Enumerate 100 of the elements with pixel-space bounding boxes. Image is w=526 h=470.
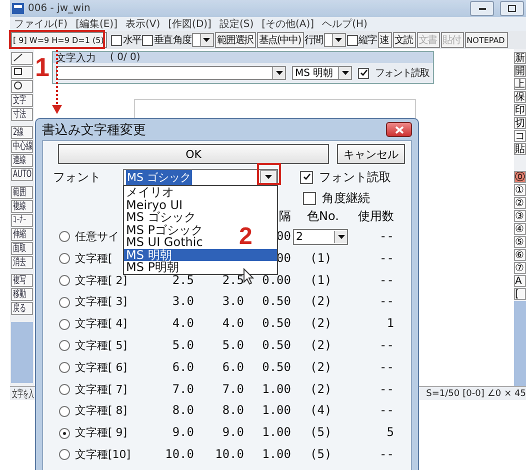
line-spacing-combo[interactable] <box>324 33 346 47</box>
table-cell-text: -- <box>380 446 394 463</box>
text-style-label: 文字種[ <box>75 250 112 267</box>
layer-button[interactable]: ③ <box>514 210 526 222</box>
tool-button[interactable]: 複線 <box>11 200 33 213</box>
checkbox[interactable] <box>110 34 122 46</box>
cancel-button[interactable]: キャンセル <box>337 144 405 164</box>
table-cell-text: 10.0 <box>215 446 244 463</box>
circle-tool-button[interactable] <box>11 80 33 93</box>
tool-button[interactable]: 貼 <box>514 143 526 155</box>
angle-combo[interactable] <box>192 33 214 47</box>
tool-button[interactable]: 伸縮 <box>11 228 33 241</box>
tool-button[interactable]: コ <box>514 130 526 142</box>
tool-button[interactable]: 範囲 <box>11 186 33 199</box>
tool-button[interactable]: 印 <box>514 104 526 116</box>
layer-button[interactable]: ⓪ <box>514 171 526 183</box>
radio-button[interactable] <box>59 449 70 460</box>
radio-button[interactable] <box>59 253 70 264</box>
layer-button[interactable]: ⑤ <box>514 236 526 248</box>
checkbox[interactable] <box>300 170 313 184</box>
dialog-title: 書込み文字種変更 <box>42 122 146 138</box>
radio-button[interactable] <box>59 340 70 352</box>
radio-button[interactable] <box>59 318 70 330</box>
range-select-button[interactable]: 範囲選択 <box>214 32 256 48</box>
layer-group-button[interactable]: [ <box>514 288 526 300</box>
maximize-button[interactable] <box>500 1 524 16</box>
close-button[interactable] <box>386 122 412 137</box>
table-cell-text: (4) <box>310 402 332 420</box>
dropdown-arrow-icon <box>342 71 348 75</box>
tool-button[interactable]: 複写 <box>11 274 33 287</box>
layer-button[interactable]: ① <box>514 184 526 196</box>
tool-button[interactable]: 面取 <box>11 242 33 255</box>
layer-group-button[interactable]: A <box>514 275 526 287</box>
toolbar-button[interactable]: 速 <box>378 32 392 48</box>
toolbar-button[interactable]: 文読 <box>392 32 416 48</box>
radio-button[interactable] <box>59 428 70 439</box>
tool-button[interactable]: 2線 <box>11 126 33 139</box>
menu-item[interactable]: 表示(V) <box>126 17 160 31</box>
tool-button[interactable]: 上 <box>514 78 526 90</box>
radio-button[interactable] <box>59 362 70 374</box>
radio-button[interactable] <box>59 406 70 417</box>
tool-button[interactable]: AUTO <box>11 168 33 181</box>
layer-button[interactable]: ⑥ <box>514 249 526 261</box>
tool-button[interactable]: 切 <box>514 117 526 129</box>
text-style-label: 文字種[ 9] <box>75 425 128 442</box>
tool-button[interactable]: 文字 <box>11 94 33 107</box>
color-combo[interactable]: 2 <box>293 228 348 245</box>
radio-button[interactable] <box>59 274 70 286</box>
menu-item[interactable]: ファイル(F) <box>14 17 68 31</box>
minimize-button[interactable] <box>470 1 494 16</box>
tool-button[interactable]: 連線 <box>11 154 33 167</box>
checkbox[interactable] <box>346 34 358 46</box>
dropdown-button[interactable] <box>260 170 277 184</box>
table-cell-text: 3.0 <box>222 293 244 310</box>
menu-item[interactable]: 設定(S) <box>219 17 254 31</box>
text-input-field[interactable] <box>56 66 286 80</box>
minimize-icon <box>478 7 486 10</box>
menu-item[interactable]: [その他(A)] <box>262 17 314 31</box>
status-message: 文字を入 <box>12 388 34 400</box>
rectangle-tool-button[interactable] <box>11 66 33 79</box>
tool-button[interactable]: 寸法 <box>11 108 33 121</box>
ok-button[interactable]: OK <box>58 144 329 164</box>
font-option[interactable]: MS 明朝 <box>124 248 277 261</box>
checkbox[interactable] <box>358 68 369 78</box>
tool-button[interactable]: 移動 <box>11 288 33 301</box>
tool-button[interactable]: ｺｰﾅｰ <box>11 214 33 227</box>
app-icon <box>12 3 24 14</box>
table-cell-text: 8.0 <box>222 402 244 420</box>
checkbox[interactable] <box>142 34 153 46</box>
layer-button[interactable]: ⑦ <box>514 262 526 274</box>
table-cell-text: -- <box>380 228 394 245</box>
table-cell-text: 1.00 <box>262 402 291 420</box>
radio-button[interactable] <box>59 231 70 242</box>
radio-button[interactable] <box>59 296 70 308</box>
tool-button[interactable]: 消去 <box>11 256 33 269</box>
layer-button[interactable]: ④ <box>514 223 526 235</box>
table-cell-text: 7.0 <box>172 380 194 398</box>
line-spacing-label: 行間 <box>304 34 323 47</box>
tool-button[interactable]: 戻る <box>11 302 33 315</box>
menu-item[interactable]: ヘルプ(H) <box>322 17 368 31</box>
layer-button[interactable]: ② <box>514 197 526 209</box>
tool-button[interactable]: 保 <box>514 91 526 103</box>
step-number: 1 <box>35 54 50 80</box>
menu-item[interactable]: [編集(E)] <box>76 17 118 31</box>
text-count: ( 0/ 0) <box>110 52 140 63</box>
tool-button[interactable]: 開 <box>514 65 526 77</box>
line-tool-button[interactable] <box>11 52 33 65</box>
table-cell-text: 9.0 <box>222 424 244 442</box>
menu-item[interactable]: [作図(D)] <box>168 17 212 31</box>
checkmark-icon <box>360 69 368 77</box>
tool-button[interactable]: 中心線 <box>11 140 33 153</box>
font-dropdown[interactable]: MS ゴシック <box>123 168 278 186</box>
base-point-button[interactable]: 基点(中中) <box>256 32 304 48</box>
radio-button[interactable] <box>59 384 70 395</box>
toolbar-button[interactable]: NOTEPAD <box>464 32 508 48</box>
checkbox[interactable] <box>303 192 316 204</box>
table-cell-text: 0.50 <box>262 358 291 376</box>
font-combo[interactable]: MS 明朝 <box>292 66 352 80</box>
text-style-button[interactable]: [ 9] W=9 H=9 D=1 (5) <box>11 32 107 48</box>
dropdown-arrow-icon <box>335 38 342 42</box>
